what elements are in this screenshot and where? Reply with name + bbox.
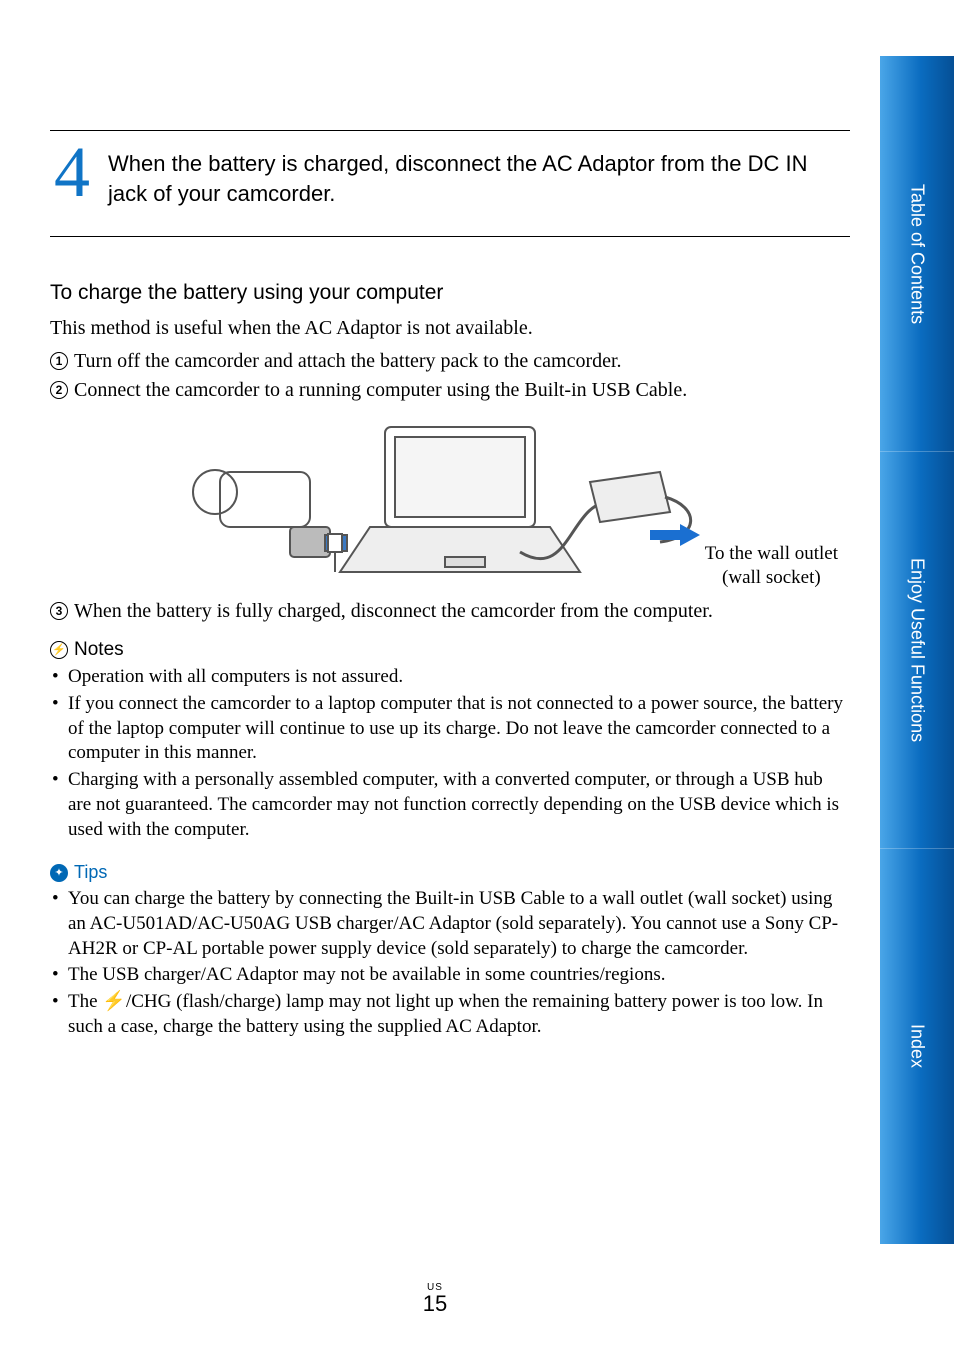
notes-heading-text: Notes: [74, 639, 124, 661]
tips-icon: ✦: [50, 864, 68, 882]
list-item: 1 Turn off the camcorder and attach the …: [50, 348, 850, 375]
list-item-text: Connect the camcorder to a running compu…: [74, 377, 687, 404]
tips-bullet: You can charge the battery by connecting…: [50, 887, 850, 961]
notes-heading: ⚡ Notes: [50, 639, 850, 661]
page-footer: US 15: [0, 1282, 870, 1317]
tab-index[interactable]: Index: [880, 848, 954, 1244]
tips-bullet: The USB charger/AC Adaptor may not be av…: [50, 963, 850, 988]
rule-top: [50, 130, 850, 131]
tab-enjoy-useful-functions[interactable]: Enjoy Useful Functions: [880, 451, 954, 847]
list-item: 3 When the battery is fully charged, dis…: [50, 598, 850, 625]
step-4-row: 4 When the battery is charged, disconnec…: [50, 145, 850, 237]
content-area: 4 When the battery is charged, disconnec…: [50, 130, 850, 1041]
sidebar-tabs: Table of Contents Enjoy Useful Functions…: [880, 56, 954, 1244]
circled-number-icon: 3: [50, 602, 68, 620]
section-heading: To charge the battery using your compute…: [50, 281, 850, 305]
illus-label-line2: (wall socket): [705, 566, 838, 590]
bolt-icon: ⚡: [52, 645, 66, 656]
illustration: To the wall outlet (wall socket): [50, 412, 850, 592]
tips-bullet: The ⚡/CHG (flash/charge) lamp may not li…: [50, 990, 850, 1039]
notes-bullet: Operation with all computers is not assu…: [50, 665, 850, 690]
illustration-label: To the wall outlet (wall socket): [705, 542, 838, 590]
tips-heading-text: Tips: [74, 862, 107, 883]
page-root: 4 When the battery is charged, disconnec…: [0, 0, 954, 1357]
list-item-text: When the battery is fully charged, disco…: [74, 598, 713, 625]
circled-number-icon: 2: [50, 381, 68, 399]
notes-list: Operation with all computers is not assu…: [50, 665, 850, 842]
tips-heading: ✦ Tips: [50, 862, 850, 883]
list-item: 2 Connect the camcorder to a running com…: [50, 377, 850, 404]
circled-number-icon: 1: [50, 352, 68, 370]
step-number: 4: [50, 145, 94, 199]
footer-page-number: 15: [0, 1291, 870, 1317]
step-text: When the battery is charged, disconnect …: [108, 145, 850, 208]
notes-bullet: Charging with a personally assembled com…: [50, 768, 850, 842]
notes-bullet: If you connect the camcorder to a laptop…: [50, 692, 850, 766]
tab-table-of-contents[interactable]: Table of Contents: [880, 56, 954, 451]
numbered-list-cont: 3 When the battery is fully charged, dis…: [50, 598, 850, 625]
illus-label-line1: To the wall outlet: [705, 542, 838, 566]
section-intro: This method is useful when the AC Adapto…: [50, 315, 850, 342]
list-item-text: Turn off the camcorder and attach the ba…: [74, 348, 622, 375]
notes-icon: ⚡: [50, 641, 68, 659]
numbered-list: 1 Turn off the camcorder and attach the …: [50, 348, 850, 404]
tips-list: You can charge the battery by connecting…: [50, 887, 850, 1039]
